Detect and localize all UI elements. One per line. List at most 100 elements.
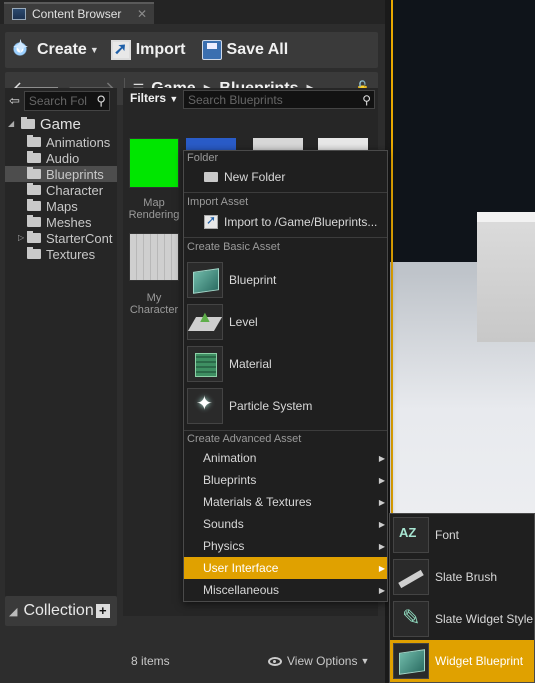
- chevron-down-icon: ▼: [169, 94, 179, 104]
- tree-item-audio[interactable]: Audio: [5, 150, 117, 166]
- close-icon[interactable]: ✕: [137, 7, 147, 21]
- asset-thumbnail-map-rendering[interactable]: [129, 138, 179, 188]
- folder-icon: [27, 167, 41, 179]
- add-collection-icon[interactable]: +: [95, 604, 110, 618]
- search-icon: ⚲: [362, 92, 371, 107]
- sources-toggle-icon[interactable]: ⇦: [9, 93, 20, 109]
- materials-textures-menu-item[interactable]: Materials & Textures ▶: [184, 491, 387, 513]
- import-button[interactable]: Import: [110, 35, 186, 65]
- tree-item-meshes[interactable]: Meshes: [5, 214, 117, 230]
- tree-label: Audio: [46, 150, 80, 166]
- context-menu: Folder New Folder Import Asset Import to…: [183, 150, 388, 602]
- menu-divider: [184, 430, 387, 431]
- font-menu-item[interactable]: Font: [390, 514, 534, 556]
- widget-blueprint-menu-item[interactable]: Widget Blueprint: [390, 640, 534, 682]
- tree-label: Meshes: [46, 214, 92, 230]
- search-folders-input[interactable]: Search Fol ⚲: [23, 91, 110, 111]
- create-label: Create: [37, 41, 87, 58]
- blueprints-menu-item[interactable]: Blueprints ▶: [184, 469, 387, 491]
- filters-button[interactable]: Filters ▼: [130, 91, 178, 105]
- physics-menu-item[interactable]: Physics ▶: [184, 535, 387, 557]
- tab-content-browser[interactable]: Content Browser ✕: [4, 2, 154, 24]
- tree-label: Animations: [46, 134, 111, 150]
- view-options-button[interactable]: View Options ▼: [268, 654, 369, 668]
- new-folder-menu-item[interactable]: New Folder: [184, 167, 387, 187]
- slate-widget-style-menu-item[interactable]: Slate Widget Style: [390, 598, 534, 640]
- tree-label: Blueprints: [46, 166, 104, 182]
- submenu-arrow-icon: ▶: [378, 585, 385, 595]
- folder-icon: [27, 231, 41, 243]
- menu-divider: [184, 192, 387, 193]
- import-icon: [110, 39, 131, 60]
- submenu-arrow-icon: ▶: [378, 453, 385, 463]
- user-interface-submenu: Font Slate Brush Slate Widget Style Widg…: [389, 513, 535, 683]
- save-all-button[interactable]: Save All: [201, 35, 288, 65]
- menu-section-import: Import Asset: [187, 196, 249, 208]
- menu-item-label: Material: [229, 357, 272, 371]
- menu-item-label: New Folder: [224, 170, 286, 184]
- menu-item-label: Physics: [203, 539, 245, 553]
- tree-item-character[interactable]: Character: [5, 182, 117, 198]
- collections-header[interactable]: ◢ Collection +: [5, 596, 117, 626]
- tree-item-maps[interactable]: Maps: [5, 198, 117, 214]
- folder-icon: [27, 247, 41, 259]
- search-folders-placeholder: Search Fol: [28, 94, 87, 108]
- blueprint-menu-item[interactable]: Blueprint: [184, 259, 387, 301]
- menu-section-folder: Folder: [187, 152, 219, 164]
- menu-section-basic: Create Basic Asset: [187, 241, 280, 253]
- menu-item-label: Materials & Textures: [203, 495, 312, 509]
- menu-item-label: Slate Widget Style: [435, 612, 534, 626]
- import-label: Import: [135, 41, 186, 58]
- sources-panel: ⇦ Search Fol ⚲ ◢ Game Animations Audio B…: [5, 88, 117, 616]
- import-icon: [204, 213, 218, 229]
- font-icon: [393, 517, 429, 553]
- tab-title: Content Browser: [32, 7, 122, 21]
- user-interface-menu-item[interactable]: User Interface ▶: [184, 557, 387, 579]
- material-menu-item[interactable]: Material: [184, 343, 387, 385]
- folder-icon: [27, 199, 41, 211]
- collapse-arrow-icon[interactable]: ▷: [18, 233, 24, 242]
- submenu-arrow-icon: ▶: [378, 497, 385, 507]
- menu-item-label: Font: [435, 528, 460, 542]
- collections-label: Collection: [23, 602, 94, 619]
- tree-label: Maps: [46, 198, 78, 214]
- particle-system-menu-item[interactable]: Particle System: [184, 385, 387, 427]
- toolbar: Create ▼ Import Save All: [5, 32, 378, 68]
- folder-icon: [27, 215, 41, 227]
- tree-item-textures[interactable]: Textures: [5, 246, 117, 262]
- asset-label: My Character: [129, 292, 179, 316]
- viewport-cube: [477, 212, 535, 342]
- expand-arrow-icon[interactable]: ◢: [8, 119, 14, 128]
- search-assets-input[interactable]: Search Blueprints ⚲: [183, 90, 375, 109]
- tree-item-animations[interactable]: Animations: [5, 134, 117, 150]
- menu-item-label: Blueprint: [229, 273, 277, 287]
- menu-item-label: Animation: [203, 451, 257, 465]
- miscellaneous-menu-item[interactable]: Miscellaneous ▶: [184, 579, 387, 601]
- create-button[interactable]: Create ▼: [12, 35, 99, 65]
- slate-brush-menu-item[interactable]: Slate Brush: [390, 556, 534, 598]
- tree-item-startercontent[interactable]: ▷ StarterCont: [5, 230, 117, 246]
- level-menu-item[interactable]: Level: [184, 301, 387, 343]
- tree-label: StarterCont: [46, 230, 113, 246]
- collapse-arrow-icon[interactable]: ◢: [9, 605, 17, 618]
- slate-brush-icon: [393, 559, 429, 595]
- menu-section-advanced: Create Advanced Asset: [187, 433, 302, 445]
- asset-thumbnail-my-character[interactable]: [129, 233, 179, 281]
- chevron-down-icon: ▼: [89, 45, 99, 55]
- menu-item-label: Sounds: [203, 517, 244, 531]
- tree-item-blueprints[interactable]: Blueprints: [5, 166, 117, 182]
- folder-icon: [27, 183, 41, 195]
- sources-search-row: ⇦ Search Fol ⚲: [5, 88, 117, 112]
- sounds-menu-item[interactable]: Sounds ▶: [184, 513, 387, 535]
- widget-blueprint-icon: [393, 643, 429, 679]
- asset-label: Map Rendering: [128, 197, 180, 221]
- filters-label: Filters: [130, 91, 167, 105]
- save-icon: [201, 40, 222, 60]
- search-assets-placeholder: Search Blueprints: [188, 92, 283, 107]
- tree-item-game[interactable]: ◢ Game: [5, 114, 117, 134]
- animation-menu-item[interactable]: Animation ▶: [184, 447, 387, 469]
- folder-icon: [21, 117, 35, 129]
- content-browser-icon: [12, 8, 26, 20]
- folder-tree: ◢ Game Animations Audio Blueprints Chara…: [5, 114, 117, 262]
- import-to-menu-item[interactable]: Import to /Game/Blueprints...: [184, 212, 387, 232]
